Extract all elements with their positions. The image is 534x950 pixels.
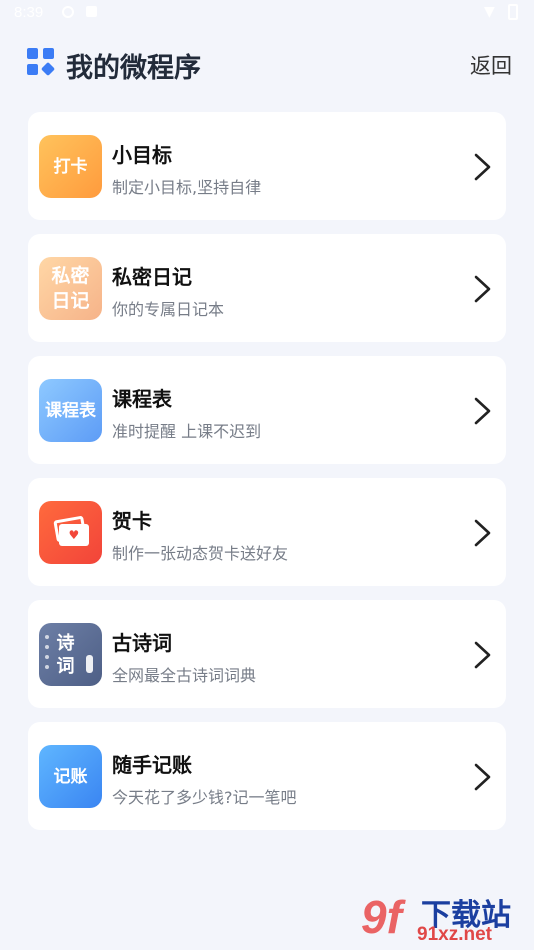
list-item-title: 随手记账: [112, 753, 192, 777]
chevron-right-icon: [474, 519, 491, 547]
chevron-right-icon: [474, 763, 491, 791]
list-item-poetry[interactable]: 诗词 古诗词 全网最全古诗词词典: [28, 600, 506, 708]
status-time: 8:39: [14, 4, 44, 21]
notification-icon-2: [86, 6, 97, 17]
diary-icon-label: 私密日记: [51, 264, 90, 312]
battery-icon: [508, 4, 518, 20]
list-item-goal[interactable]: 打卡 小目标 制定小目标,坚持自律: [28, 112, 506, 220]
timetable-icon: 课程表: [39, 379, 102, 442]
list-item-greeting-card[interactable]: ♥ 贺卡 制作一张动态贺卡送好友: [28, 478, 506, 586]
list-item-subtitle: 今天花了多少钱?记一笔吧: [112, 788, 297, 807]
page-title: 我的微程序: [66, 53, 201, 84]
list-item-bookkeeping[interactable]: 记账 随手记账 今天花了多少钱?记一笔吧: [28, 722, 506, 830]
list-item-subtitle: 制作一张动态贺卡送好友: [112, 544, 289, 563]
bookkeeping-icon: 记账: [39, 745, 102, 808]
list-item-title: 课程表: [112, 387, 172, 411]
watermark-logo: 9f: [361, 891, 402, 943]
watermark: 9f 下载站 91xz.net: [359, 888, 534, 950]
timetable-icon-label: 课程表: [45, 400, 96, 421]
status-bar: 8:39 ▼: [0, 0, 534, 26]
checkin-icon: 打卡: [39, 135, 102, 198]
list-item-title: 小目标: [112, 143, 172, 167]
greeting-card-icon: ♥: [39, 501, 102, 564]
apps-grid-icon: [27, 48, 56, 77]
list-item-subtitle: 全网最全古诗词词典: [112, 666, 257, 685]
list-item-timetable[interactable]: 课程表 课程表 准时提醒 上课不迟到: [28, 356, 506, 464]
list-item-title: 私密日记: [112, 265, 192, 289]
chevron-right-icon: [474, 275, 491, 303]
list-item-subtitle: 制定小目标,坚持自律: [112, 178, 262, 197]
poetry-book-icon: 诗词: [39, 623, 102, 686]
list-item-subtitle: 准时提醒 上课不迟到: [112, 422, 262, 441]
poetry-icon-label: 诗词: [56, 632, 75, 677]
watermark-url: 91xz.net: [417, 924, 492, 945]
checkin-icon-label: 打卡: [53, 156, 88, 177]
list-item-title: 古诗词: [112, 631, 172, 655]
header: 我的微程序 返回: [0, 40, 534, 90]
back-button[interactable]: 返回: [470, 50, 512, 80]
list-item-subtitle: 你的专属日记本: [112, 300, 225, 319]
chevron-right-icon: [474, 153, 491, 181]
list-item-title: 贺卡: [112, 509, 152, 533]
program-list: 打卡 小目标 制定小目标,坚持自律 私密日记 私密日记 你的专属日记本 课程表 …: [28, 112, 506, 844]
chevron-right-icon: [474, 397, 491, 425]
heart-icon: ♥: [68, 527, 80, 542]
chevron-right-icon: [474, 641, 491, 669]
wifi-icon: ▼: [484, 4, 495, 20]
bookkeeping-icon-label: 记账: [53, 766, 88, 787]
list-item-diary[interactable]: 私密日记 私密日记 你的专属日记本: [28, 234, 506, 342]
notification-icon: [62, 6, 74, 18]
diary-icon: 私密日记: [39, 257, 102, 320]
